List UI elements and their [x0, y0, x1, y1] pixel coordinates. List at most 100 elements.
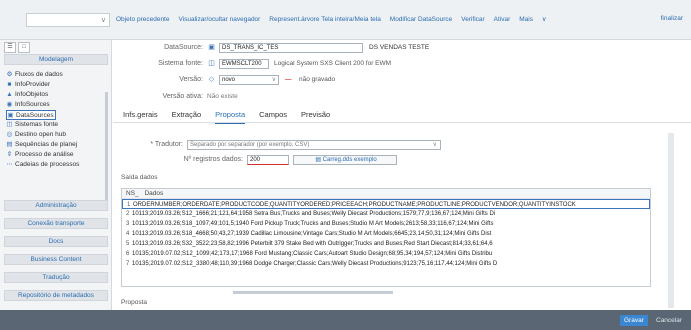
navigator-sidebar: ☰ □ Modelagem ⚙ Fluxos de dados ■ InfoProvi…: [0, 40, 112, 310]
sistema-fonte-label: Sistema fonte:: [158, 60, 203, 67]
tree-toggle-icon[interactable]: ☰: [4, 42, 16, 53]
tab-campos[interactable]: Campos: [259, 110, 287, 122]
toggle-navigator-button[interactable]: Visualizar/ocultar navegador: [178, 16, 260, 23]
table-row[interactable]: 7 10135;2019.07.02;S12_3380;48;110,39;196…: [122, 259, 650, 269]
upload-icon: ▤: [315, 157, 321, 163]
tab-extracao[interactable]: Extração: [172, 110, 202, 122]
sidebar-item-infoprovider[interactable]: ■ InfoProvider: [6, 80, 106, 90]
versao-ativa-label: Versão ativa:: [162, 93, 203, 100]
grid-header-dados: Dados: [144, 190, 164, 197]
mais-label: Mais: [519, 16, 533, 23]
sistema-fonte-field[interactable]: EWMSCLT200: [219, 59, 269, 69]
window-icon[interactable]: □: [18, 42, 30, 53]
table-row[interactable]: 6 10135;2019.07.02;S12_1099;42;173,17;196…: [122, 249, 650, 259]
sidebar-item-cadeias-processos[interactable]: ⋯ Cadeias de processos: [6, 160, 106, 170]
registros-label: Nº registros dados:: [183, 156, 243, 163]
mais-menu-button[interactable]: Mais ∨: [519, 16, 553, 23]
carreg-dados-exemplo-button[interactable]: ▤ Carreg.dds exemplo: [293, 155, 397, 165]
sidebar-item-processo-analise[interactable]: ⇕ Processo de análise: [6, 150, 106, 160]
section-business-content[interactable]: Business Content: [4, 254, 108, 265]
row-data: ORDERNUMBER;ORDERDATE;PRODUCTCODE;QUANTI…: [133, 202, 576, 208]
grid-horizontal-scrollbar[interactable]: [233, 291, 393, 294]
row-data: 10113;2019.03.26;S32_3522;23;58,82;1996 …: [132, 241, 493, 247]
grid-header: NS_ Dados: [122, 189, 650, 199]
sidebar-item-sistemas-fonte[interactable]: ◫ Sistemas fonte: [6, 120, 106, 130]
versao-label: Versão:: [179, 76, 203, 83]
row-data: 10135;2019.07.02;S12_3380;48;110,39;1968…: [132, 261, 498, 267]
datasource-description: DS VENDAS TESTE: [369, 44, 430, 51]
sidebar-item-destino-open-hub[interactable]: ◎ Destino open hub: [6, 130, 106, 140]
unsaved-indicator-icon: —: [285, 76, 292, 83]
carreg-button-label: Carreg.dds exemplo: [322, 157, 377, 163]
chevron-down-icon[interactable]: ∨: [101, 16, 106, 24]
main-content: DataSource: ▣ DS_TRANS_IC_TES DS VENDAS …: [113, 40, 691, 310]
registros-value: 200: [250, 157, 261, 163]
object-selector-combo[interactable]: ∨: [26, 13, 110, 27]
sistema-fonte-value: EWMSCLT200: [222, 61, 262, 67]
row-data: 10113;2019.03.26;S12_1666;21;121,64;1958…: [132, 211, 496, 217]
grid-header-ns: NS_: [126, 190, 139, 197]
sidebar-item-datasources[interactable]: ▣ DataSources: [6, 110, 56, 120]
source-icon: ◉: [6, 101, 13, 108]
bottom-action-bar: Gravar Cancelar: [0, 310, 691, 330]
table-row[interactable]: 1 ORDERNUMBER;ORDERDATE;PRODUCTCODE;QUANT…: [122, 199, 650, 209]
system-icon: ◫: [6, 121, 13, 128]
tradutor-select[interactable]: Separado por separador (por exemplo, CSV…: [187, 140, 441, 150]
target-icon: ◎: [6, 131, 13, 138]
triangle-icon: ▲: [6, 91, 13, 98]
versao-select[interactable]: novo ∨: [219, 75, 279, 85]
tab-previsao[interactable]: Previsão: [301, 110, 330, 122]
section-docs[interactable]: Docs: [4, 236, 108, 247]
sidebar-item-label: Processo de análise: [15, 151, 74, 158]
sidebar-item-label: Sequências de planej: [15, 141, 78, 148]
section-conexao-transporte[interactable]: Conexão transporte: [4, 218, 108, 229]
sidebar-item-fluxos[interactable]: ⚙ Fluxos de dados: [6, 70, 106, 80]
versao-value: novo: [222, 77, 236, 83]
sidebar-item-label: Sistemas fonte: [15, 121, 58, 128]
registros-input[interactable]: 200: [247, 155, 289, 165]
datasource-icon: ▣: [208, 44, 215, 51]
sistema-fonte-description: Logical System SXS Client 200 for EWM: [274, 60, 392, 67]
ativar-button[interactable]: Ativar: [494, 16, 511, 23]
section-modelagem[interactable]: Modelagem: [4, 54, 108, 65]
chevron-down-icon: ∨: [541, 16, 547, 23]
main-vertical-scrollbar[interactable]: [668, 133, 674, 308]
section-administracao[interactable]: Administração: [4, 200, 108, 211]
sidebar-item-sequencias[interactable]: ▤ Sequências de planej: [6, 140, 106, 150]
tab-divider: [113, 122, 691, 123]
row-data: 10113;2019.03.26;S18_4668;50;43,27;1939 …: [132, 231, 492, 237]
datasource-label: DataSource:: [164, 44, 203, 51]
sequence-icon: ▤: [6, 141, 13, 148]
sidebar-item-infosources[interactable]: ◉ InfoSources: [6, 100, 106, 110]
tradutor-value: Separado por separador (por exemplo, CSV…: [190, 142, 310, 148]
tab-infs-gerais[interactable]: Infs.gerais: [123, 110, 158, 122]
sidebar-item-label: InfoProvider: [15, 81, 51, 88]
data-output-grid[interactable]: NS_ Dados 1 ORDERNUMBER;ORDERDATE;PRODUCT…: [121, 188, 651, 287]
flow-icon: ⚙: [6, 71, 13, 78]
tradutor-label: * Tradutor:: [150, 141, 183, 148]
table-row[interactable]: 5 10113;2019.03.26;S32_3522;23;58,82;1996…: [122, 239, 650, 249]
finalizar-button[interactable]: finalizar: [661, 15, 683, 22]
fullscreen-tree-button[interactable]: Represent.árvore Tela inteira/Meia tela: [269, 16, 381, 23]
sidebar-tree: ⚙ Fluxos de dados ■ InfoProvider ▲ InfoObje…: [6, 70, 106, 170]
row-data: 10113;2019.03.26;S18_1097;49;101,5;1940 …: [132, 221, 494, 227]
versao-ativa-value: Não existe: [207, 93, 238, 100]
gravar-button[interactable]: Gravar: [620, 315, 648, 326]
section-repositorio-metadados[interactable]: Repositório de metadados: [4, 290, 108, 301]
sidebar-item-label: Cadeias de processos: [15, 161, 80, 168]
analysis-icon: ⇕: [6, 151, 13, 158]
sidebar-item-infoobjetos[interactable]: ▲ InfoObjetos: [6, 90, 106, 100]
chevron-down-icon: ∨: [432, 142, 437, 148]
verificar-button[interactable]: Verificar: [461, 16, 484, 23]
table-row[interactable]: 2 10113;2019.03.26;S12_1666;21;121,64;195…: [122, 209, 650, 219]
datasource-field[interactable]: DS_TRANS_IC_TES: [219, 43, 363, 53]
datasource-value: DS_TRANS_IC_TES: [222, 45, 279, 51]
section-traducao[interactable]: Tradução: [4, 272, 108, 283]
table-row[interactable]: 3 10113;2019.03.26;S18_1097;49;101,5;1940…: [122, 219, 650, 229]
modify-datasource-button[interactable]: Modificar DataSource: [390, 16, 453, 23]
table-row[interactable]: 4 10113;2019.03.26;S18_4668;50;43,27;1939…: [122, 229, 650, 239]
sidebar-item-label: InfoSources: [15, 101, 50, 108]
cancelar-button[interactable]: Cancelar: [652, 315, 686, 326]
top-toolbar: ∨ Objeto precedente Visualizar/ocultar n…: [0, 0, 691, 40]
objeto-precedente-button[interactable]: Objeto precedente: [116, 16, 169, 23]
